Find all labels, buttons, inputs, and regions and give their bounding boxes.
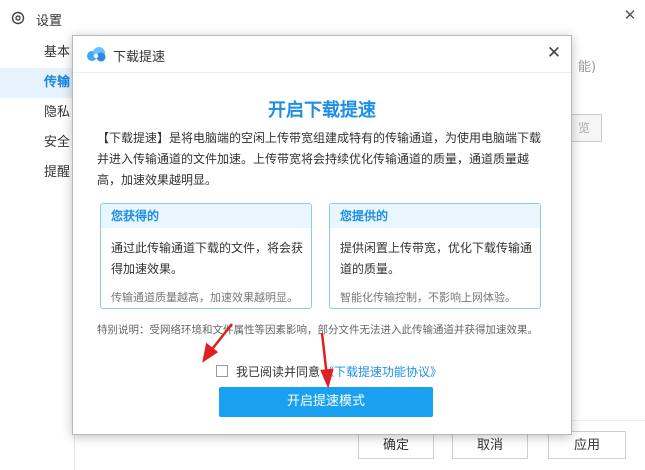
download-accelerate-dialog: 下载提速 ✕ 开启下载提速 【下载提速】是将电脑端的空闲上传带宽组建成特有的传输… — [72, 35, 572, 435]
gear-icon — [11, 11, 25, 25]
sidebar-item-basic[interactable]: 基本 — [0, 38, 74, 68]
dialog-titlebar: 下载提速 ✕ — [73, 36, 571, 73]
ok-button[interactable]: 确定 — [358, 431, 434, 459]
agreement-row: 我已阅读并同意 《下载提速功能协议》 — [216, 362, 442, 380]
agree-checkbox[interactable] — [216, 365, 228, 377]
settings-title: 设置 — [36, 14, 63, 29]
card-title: 您提供的 — [330, 204, 540, 228]
settings-hint-text: 能) — [578, 60, 597, 75]
dialog-title: 下载提速 — [113, 50, 166, 65]
settings-close-icon[interactable]: ✕ — [619, 4, 641, 26]
card-body: 提供闲置上传带宽，优化下载传输通道的质量。 — [340, 241, 533, 276]
settings-titlebar: 设置 ✕ — [0, 0, 645, 36]
cloud-logo-icon — [87, 47, 106, 62]
benefit-card-provide: 您提供的 提供闲置上传带宽，优化下载传输通道的质量。 智能化传输控制，不影响上网… — [329, 203, 541, 309]
benefit-card-receive: 您获得的 通过此传输通道下载的文件，将会获得加速效果。 传输通道质量越高，加速效… — [100, 203, 312, 309]
card-note: 传输通道质量越高，加速效果越明显。 — [111, 291, 298, 304]
dialog-heading: 开启下载提速 — [268, 100, 376, 121]
enable-accelerate-button[interactable]: 开启提速模式 — [219, 387, 433, 417]
sidebar-item-transfer[interactable]: 传输 — [0, 68, 74, 98]
sidebar-item-privacy[interactable]: 隐私 — [0, 98, 74, 128]
sidebar-item-security[interactable]: 安全 — [0, 128, 74, 158]
card-note: 智能化传输控制，不影响上网体验。 — [340, 291, 516, 304]
agreement-link[interactable]: 《下载提速功能协议》 — [322, 363, 442, 380]
special-note: 特别说明：受网络环境和文件属性等因素影响，部分文件无法进入此传输通道并获得加速效… — [97, 324, 538, 336]
cancel-button[interactable]: 取消 — [452, 431, 528, 459]
agree-text: 我已阅读并同意 — [236, 364, 321, 379]
dialog-description: 【下载提速】是将电脑端的空闲上传带宽组建成特有的传输通道，为使用电脑端下载并进入… — [97, 131, 542, 187]
sidebar-item-reminder[interactable]: 提醒 — [0, 158, 74, 188]
dialog-close-icon[interactable]: ✕ — [543, 42, 565, 64]
card-body: 通过此传输通道下载的文件，将会获得加速效果。 — [111, 241, 304, 276]
settings-sidebar: 基本 传输 隐私 安全 提醒 — [0, 36, 75, 470]
apply-button[interactable]: 应用 — [548, 431, 626, 459]
card-title: 您获得的 — [101, 204, 311, 228]
